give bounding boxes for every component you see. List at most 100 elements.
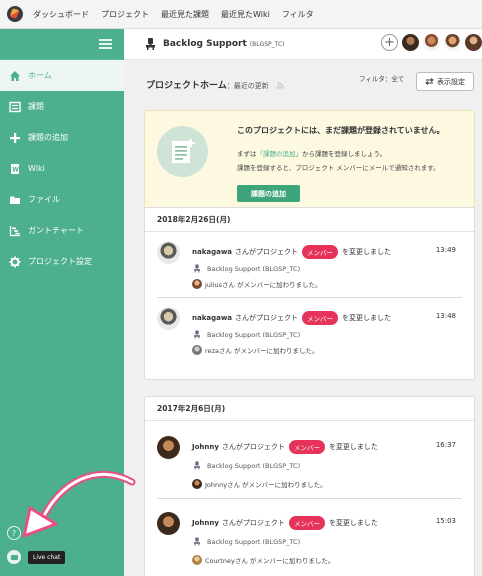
notice-title: このプロジェクトには、まだ課題が登録されていません。 bbox=[237, 126, 445, 135]
page-title-text: プロジェクトホーム bbox=[146, 81, 227, 91]
project-icon bbox=[194, 537, 200, 546]
activity-verb: さんがプロジェクト bbox=[221, 443, 285, 451]
activity-project[interactable]: Backlog Support (BLGSP_TC) bbox=[194, 264, 300, 273]
activity-date: 2017年2月6日(月) bbox=[145, 397, 474, 421]
activity-verb: を変更しました bbox=[342, 248, 392, 256]
activity-detail: Courtneyさん がメンバーに加わりました。 bbox=[192, 555, 334, 565]
activity-verb: を変更しました bbox=[328, 443, 378, 451]
sidebar-header bbox=[0, 29, 124, 60]
hamburger-icon[interactable] bbox=[99, 39, 112, 49]
activity-detail: juliusさん がメンバーに加わりました。 bbox=[192, 279, 322, 289]
display-settings-label: 表示設定 bbox=[437, 77, 465, 86]
nav-dashboard[interactable]: ダッシュボード bbox=[33, 9, 89, 20]
nav-recent-issues[interactable]: 最近見た課題 bbox=[161, 9, 209, 20]
member-avatars: + bbox=[381, 34, 482, 51]
activity-time: 13:48 bbox=[435, 312, 456, 320]
backlog-logo-icon[interactable] bbox=[7, 6, 23, 22]
help-icon[interactable]: ? bbox=[7, 526, 21, 540]
nav-projects[interactable]: プロジェクト bbox=[101, 9, 149, 20]
add-issue-link[interactable]: 「課題の追加」 bbox=[257, 150, 303, 158]
member-avatar bbox=[192, 479, 202, 489]
rss-icon[interactable] bbox=[277, 82, 284, 89]
user-name[interactable]: Johnny bbox=[192, 443, 219, 451]
sidebar-item-gantt[interactable]: ガントチャート bbox=[0, 215, 124, 246]
activity-text: nakagawa さんがプロジェクト メンバー を変更しました bbox=[192, 245, 391, 259]
user-avatar[interactable] bbox=[157, 436, 180, 459]
sidebar-item-label: ガントチャート bbox=[28, 226, 84, 235]
notice-line-2: 課題を登録すると、プロジェクト メンバーにメールで通知されます。 bbox=[237, 164, 440, 172]
sidebar-item-project-settings[interactable]: プロジェクト設定 bbox=[0, 246, 124, 277]
nav-recent-wiki[interactable]: 最近見たWiki bbox=[221, 9, 270, 20]
sidebar-item-label: Wiki bbox=[28, 164, 45, 173]
detail-text: Johnnyさん がメンバーに加わりました。 bbox=[205, 481, 327, 489]
sidebar-item-label: プロジェクト設定 bbox=[28, 257, 92, 266]
activity-date: 2018年2月26日(月) bbox=[145, 208, 474, 232]
sidebar-item-label: 課題の追加 bbox=[28, 133, 68, 142]
user-avatar[interactable] bbox=[157, 512, 180, 535]
filter-label[interactable]: フィルタ：全て bbox=[359, 73, 404, 83]
user-avatar[interactable] bbox=[157, 307, 180, 330]
sidebar-item-label: ファイル bbox=[28, 195, 60, 204]
activity-detail: Johnnyさん がメンバーに加わりました。 bbox=[192, 479, 327, 489]
detail-text: juliusさん がメンバーに加わりました。 bbox=[205, 281, 322, 289]
nav-filters[interactable]: フィルタ bbox=[282, 9, 314, 20]
live-chat-icon[interactable] bbox=[7, 550, 21, 564]
activity-item: nakagawa さんがプロジェクト メンバー を変更しました 13:48 Ba… bbox=[157, 298, 462, 364]
activity-project[interactable]: Backlog Support (BLGSP_TC) bbox=[194, 537, 300, 546]
sidebar-item-issues[interactable]: 課題 bbox=[0, 91, 124, 122]
project-label: Backlog Support (BLGSP_TC) bbox=[207, 264, 301, 273]
activity-verb: を変更しました bbox=[328, 519, 378, 527]
activity-verb: さんがプロジェクト bbox=[235, 248, 299, 256]
member-badge: メンバー bbox=[288, 440, 325, 454]
page-title: プロジェクトホーム：最近の更新 bbox=[146, 78, 284, 91]
live-chat-tooltip: Live chat bbox=[28, 551, 66, 564]
member-badge: メンバー bbox=[302, 311, 339, 325]
member-avatar[interactable] bbox=[402, 34, 419, 51]
page-subtitle: ：最近の更新 bbox=[226, 82, 269, 90]
user-name[interactable]: Johnny bbox=[192, 519, 219, 527]
member-avatar[interactable] bbox=[465, 34, 482, 51]
activity-item: Johnny さんがプロジェクト メンバー を変更しました 16:37 Back… bbox=[157, 421, 462, 499]
add-member-button[interactable]: + bbox=[381, 34, 398, 51]
activity-text: Johnny さんがプロジェクト メンバー を変更しました bbox=[192, 440, 378, 454]
activity-project[interactable]: Backlog Support (BLGSP_TC) bbox=[194, 330, 300, 339]
activity-detail: rezaさん がメンバーに加わりました。 bbox=[192, 345, 319, 355]
sidebar-item-label: ホーム bbox=[28, 71, 52, 80]
display-settings-button[interactable]: 表示設定 bbox=[416, 72, 474, 91]
sidebar-item-home[interactable]: ホーム bbox=[0, 60, 124, 91]
project-label: Backlog Support (BLGSP_TC) bbox=[207, 461, 301, 470]
project-icon bbox=[194, 264, 200, 273]
user-name[interactable]: nakagawa bbox=[192, 314, 232, 322]
activity-day-card: 2017年2月6日(月) Johnny さんがプロジェクト メンバー を変更しま… bbox=[144, 396, 475, 576]
activity-day-card: 2018年2月26日(月) nakagawa さんがプロジェクト メンバー を変… bbox=[144, 207, 475, 380]
activity-time: 13:49 bbox=[435, 246, 456, 254]
gear-icon bbox=[9, 256, 21, 268]
top-nav: ダッシュボード プロジェクト 最近見た課題 最近見たWiki フィルタ bbox=[0, 0, 482, 29]
activity-text: Johnny さんがプロジェクト メンバー を変更しました bbox=[192, 516, 378, 530]
sidebar-item-wiki[interactable]: W Wiki bbox=[0, 153, 124, 184]
user-avatar[interactable] bbox=[157, 241, 180, 264]
member-avatar bbox=[192, 279, 202, 289]
member-avatar bbox=[192, 345, 202, 355]
issue-document-icon bbox=[157, 126, 208, 177]
sidebar-item-files[interactable]: ファイル bbox=[0, 184, 124, 215]
activity-verb: さんがプロジェクト bbox=[235, 314, 299, 322]
activity-verb: を変更しました bbox=[342, 314, 392, 322]
sidebar-item-add-issue[interactable]: 課題の追加 bbox=[0, 122, 124, 153]
notice-text: まずは bbox=[237, 150, 257, 158]
list-icon bbox=[9, 101, 21, 113]
notice-line-1: まずは「課題の追加」から課題を登録しましょう。 bbox=[237, 148, 386, 158]
member-avatar[interactable] bbox=[444, 34, 461, 51]
sidebar: ホーム 課題 課題の追加 W Wiki ファイル ガントチャート プロジェクト設… bbox=[0, 29, 124, 576]
activity-time: 15:03 bbox=[435, 517, 456, 525]
project-key: (BLGSP_TC) bbox=[249, 40, 285, 48]
project-name[interactable]: Backlog Support bbox=[163, 39, 247, 49]
activity-project[interactable]: Backlog Support (BLGSP_TC) bbox=[194, 461, 300, 470]
member-avatar[interactable] bbox=[423, 34, 440, 51]
project-icon bbox=[194, 330, 200, 339]
user-name[interactable]: nakagawa bbox=[192, 248, 232, 256]
project-label: Backlog Support (BLGSP_TC) bbox=[207, 330, 301, 339]
wiki-icon: W bbox=[9, 163, 21, 175]
add-issue-button[interactable]: 課題の追加 bbox=[237, 185, 300, 202]
project-header: Backlog Support (BLGSP_TC) + bbox=[124, 29, 482, 60]
